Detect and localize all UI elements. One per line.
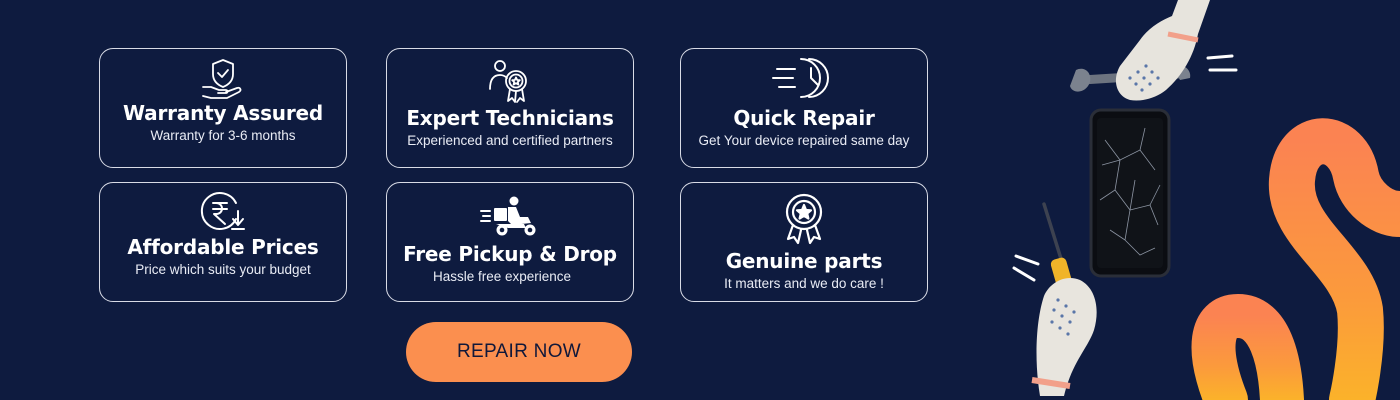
promo-banner: Warranty Assured Warranty for 3-6 months… bbox=[0, 0, 1400, 400]
shield-hand-icon bbox=[199, 57, 247, 101]
repair-illustration bbox=[1012, 0, 1400, 400]
feature-card-prices: Affordable Prices Price which suits your… bbox=[99, 182, 347, 302]
cracked-phone-image bbox=[1089, 108, 1171, 278]
feature-title: Expert Technicians bbox=[406, 106, 614, 130]
feature-title: Quick Repair bbox=[733, 106, 875, 130]
award-ribbon-icon bbox=[782, 193, 826, 247]
screwdriver-hand-image bbox=[1012, 202, 1097, 396]
delivery-scooter-icon bbox=[480, 195, 540, 237]
feature-title: Warranty Assured bbox=[123, 101, 323, 125]
feature-card-technicians: Expert Technicians Experienced and certi… bbox=[386, 48, 634, 168]
feature-card-genuine: Genuine parts It matters and we do care … bbox=[680, 182, 928, 302]
feature-title: Free Pickup & Drop bbox=[403, 242, 617, 266]
feature-subtitle: Warranty for 3-6 months bbox=[150, 128, 296, 143]
repair-now-button[interactable]: REPAIR NOW bbox=[406, 322, 632, 382]
feature-subtitle: Experienced and certified partners bbox=[407, 133, 613, 148]
fast-clock-icon bbox=[771, 55, 837, 101]
feature-subtitle: Get Your device repaired same day bbox=[698, 133, 910, 148]
wrench-hand-image bbox=[1070, 0, 1238, 101]
feature-subtitle: Hassle free experience bbox=[432, 269, 572, 284]
feature-subtitle: Price which suits your budget bbox=[135, 262, 311, 277]
feature-title: Affordable Prices bbox=[127, 235, 319, 259]
feature-subtitle: It matters and we do care ! bbox=[724, 276, 884, 291]
feature-card-pickup: Free Pickup & Drop Hassle free experienc… bbox=[386, 182, 634, 302]
orange-swirl-shape bbox=[1268, 118, 1400, 400]
feature-title: Genuine parts bbox=[725, 249, 883, 273]
rupee-down-icon bbox=[196, 189, 250, 237]
orange-swirl-shape bbox=[1191, 293, 1304, 400]
feature-card-warranty: Warranty Assured Warranty for 3-6 months bbox=[99, 48, 347, 168]
feature-card-quick-repair: Quick Repair Get Your device repaired sa… bbox=[680, 48, 928, 168]
technician-badge-icon bbox=[486, 57, 534, 107]
